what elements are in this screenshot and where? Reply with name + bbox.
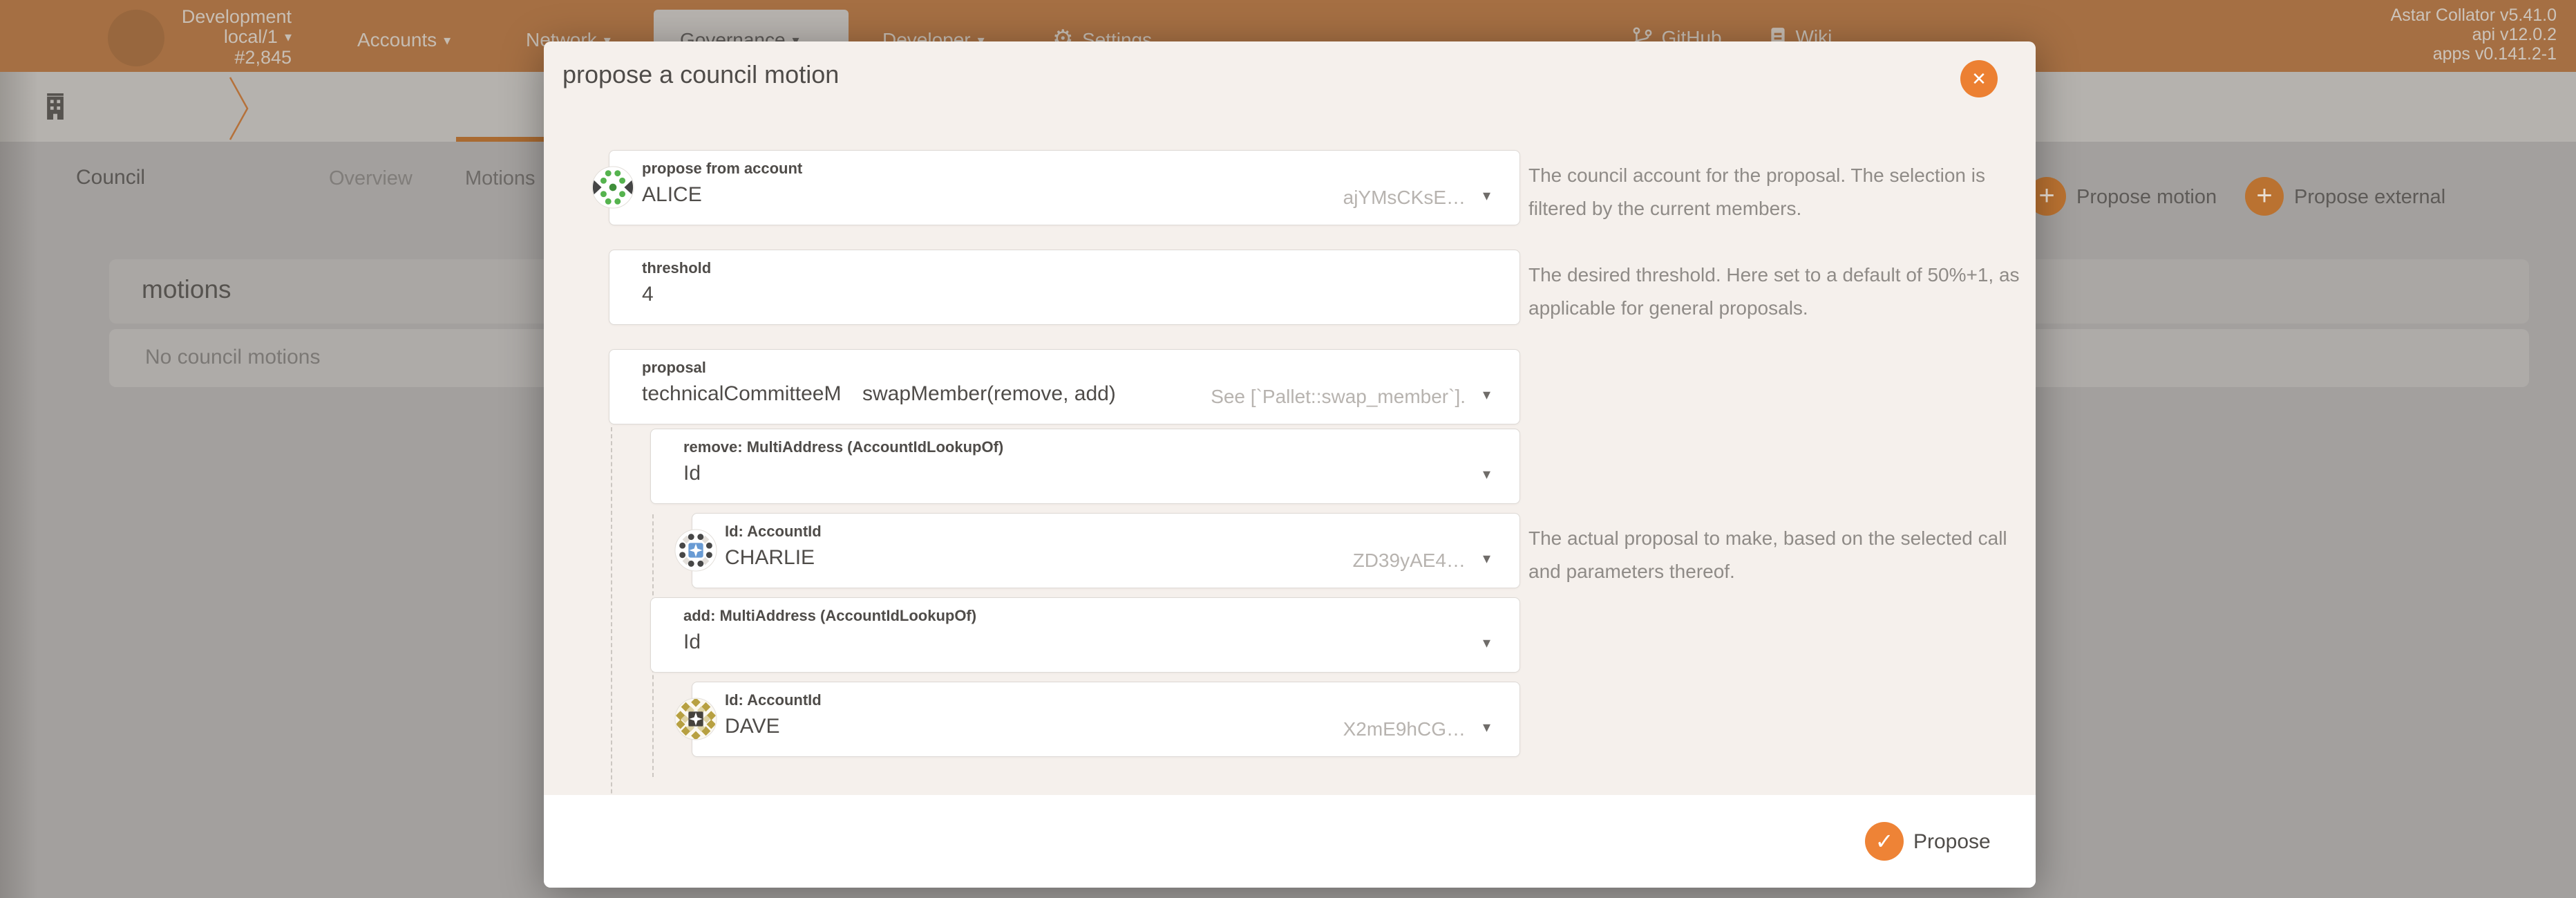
method-doc-hint: See [`Pallet::swap_member`]. bbox=[1211, 386, 1466, 408]
council-building-icon bbox=[44, 93, 66, 120]
network-name: Development bbox=[173, 7, 292, 27]
modal-title: propose a council motion bbox=[562, 60, 839, 89]
chevron-down-icon[interactable]: ▾ bbox=[1483, 550, 1490, 568]
charlie-identicon[interactable] bbox=[674, 529, 717, 572]
propose-button[interactable]: ✓ Propose bbox=[1865, 822, 2072, 863]
help-proposal: The actual proposal to make, based on th… bbox=[1528, 522, 2061, 588]
add-type-value: Id bbox=[683, 630, 701, 654]
chevron-down-icon: ▾ bbox=[444, 33, 451, 48]
proposal-method[interactable]: swapMember(remove, add) bbox=[862, 382, 1116, 406]
alice-identicon[interactable] bbox=[591, 166, 634, 209]
tab-motions[interactable]: Motions bbox=[465, 167, 536, 190]
window-edge-shade bbox=[0, 72, 38, 898]
field-label: propose from account bbox=[642, 160, 802, 178]
field-label: add: MultiAddress (AccountIdLookupOf) bbox=[683, 607, 976, 625]
threshold-value: 4 bbox=[642, 283, 654, 306]
api-version: api v12.0.2 bbox=[2391, 25, 2557, 44]
app-screen: Development local/1▾ #2,845 Accounts▾ Ne… bbox=[0, 0, 2576, 898]
account-address-short: ajYMsCKsE… bbox=[1343, 187, 1466, 209]
propose-council-motion-modal: propose a council motion ✕ bbox=[544, 41, 2036, 888]
dave-identicon[interactable] bbox=[674, 698, 717, 740]
remove-multiaddress-field[interactable]: remove: MultiAddress (AccountIdLookupOf)… bbox=[650, 429, 1520, 504]
nesting-guide-level1 bbox=[611, 427, 612, 828]
remove-accountid-field[interactable]: Id: AccountId CHARLIE ZD39yAE4… ▾ bbox=[692, 513, 1520, 588]
breadcrumb-chevron-icon bbox=[228, 76, 250, 141]
version-info: Astar Collator v5.41.0 api v12.0.2 apps … bbox=[2391, 6, 2557, 64]
endpoint-label: local/1 bbox=[224, 26, 278, 47]
check-icon: ✓ bbox=[1865, 822, 1904, 861]
add-multiaddress-field[interactable]: add: MultiAddress (AccountIdLookupOf) Id… bbox=[650, 597, 1520, 673]
threshold-field[interactable]: threshold 4 bbox=[609, 250, 1520, 325]
chevron-down-icon[interactable]: ▾ bbox=[1483, 634, 1490, 652]
account-address-short: X2mE9hCG… bbox=[1343, 718, 1466, 740]
help-threshold: The desired threshold. Here set to a def… bbox=[1528, 259, 2061, 325]
block-number: #2,845 bbox=[173, 48, 292, 68]
field-label: Id: AccountId bbox=[725, 523, 822, 541]
proposal-field[interactable]: proposal technicalCommitteeM swapMember(… bbox=[609, 349, 1520, 424]
chain-logo-avatar[interactable] bbox=[108, 10, 164, 66]
endpoint-row: local/1 ▾ bbox=[173, 27, 292, 48]
breadcrumb-section: Council bbox=[76, 166, 145, 189]
active-tab-underline bbox=[456, 137, 546, 142]
breadcrumb: Council bbox=[76, 166, 145, 189]
apps-version: apps v0.141.2-1 bbox=[2391, 44, 2557, 64]
help-account: The council account for the proposal. Th… bbox=[1528, 159, 2061, 225]
nav-item-accounts[interactable]: Accounts▾ bbox=[357, 29, 451, 51]
account-address-short: ZD39yAE4… bbox=[1353, 550, 1466, 572]
add-accountid-field[interactable]: Id: AccountId DAVE X2mE9hCG… ▾ bbox=[692, 682, 1520, 757]
account-name: DAVE bbox=[725, 715, 779, 738]
chevron-down-icon[interactable]: ▾ bbox=[1483, 187, 1490, 205]
chevron-down-icon[interactable]: ▾ bbox=[1483, 718, 1490, 736]
network-selector[interactable]: Development local/1 ▾ #2,845 bbox=[173, 7, 292, 68]
field-label: threshold bbox=[642, 259, 711, 277]
chevron-down-icon[interactable]: ▾ bbox=[1483, 386, 1490, 404]
modal-footer: ✓ Propose bbox=[544, 795, 2036, 888]
propose-from-account-field[interactable]: propose from account ALICE ajYMsCKsE… ▾ bbox=[609, 150, 1520, 225]
page-title: motions bbox=[142, 275, 231, 304]
close-button[interactable]: ✕ bbox=[1960, 60, 1998, 97]
chevron-down-icon[interactable]: ▾ bbox=[1483, 465, 1490, 483]
field-label: remove: MultiAddress (AccountIdLookupOf) bbox=[683, 438, 1003, 456]
field-label: proposal bbox=[642, 359, 706, 377]
chevron-down-icon: ▾ bbox=[285, 30, 292, 45]
propose-button-label: Propose bbox=[1913, 830, 1991, 854]
plus-icon: + bbox=[2245, 177, 2284, 216]
node-version: Astar Collator v5.41.0 bbox=[2391, 6, 2557, 25]
field-label: Id: AccountId bbox=[725, 691, 822, 709]
close-icon: ✕ bbox=[1971, 68, 1987, 89]
remove-type-value: Id bbox=[683, 462, 701, 485]
empty-message: No council motions bbox=[145, 346, 320, 369]
account-name: CHARLIE bbox=[725, 546, 815, 570]
account-name: ALICE bbox=[642, 183, 702, 207]
proposal-section[interactable]: technicalCommitteeM bbox=[642, 382, 840, 406]
tab-overview[interactable]: Overview bbox=[329, 167, 413, 190]
